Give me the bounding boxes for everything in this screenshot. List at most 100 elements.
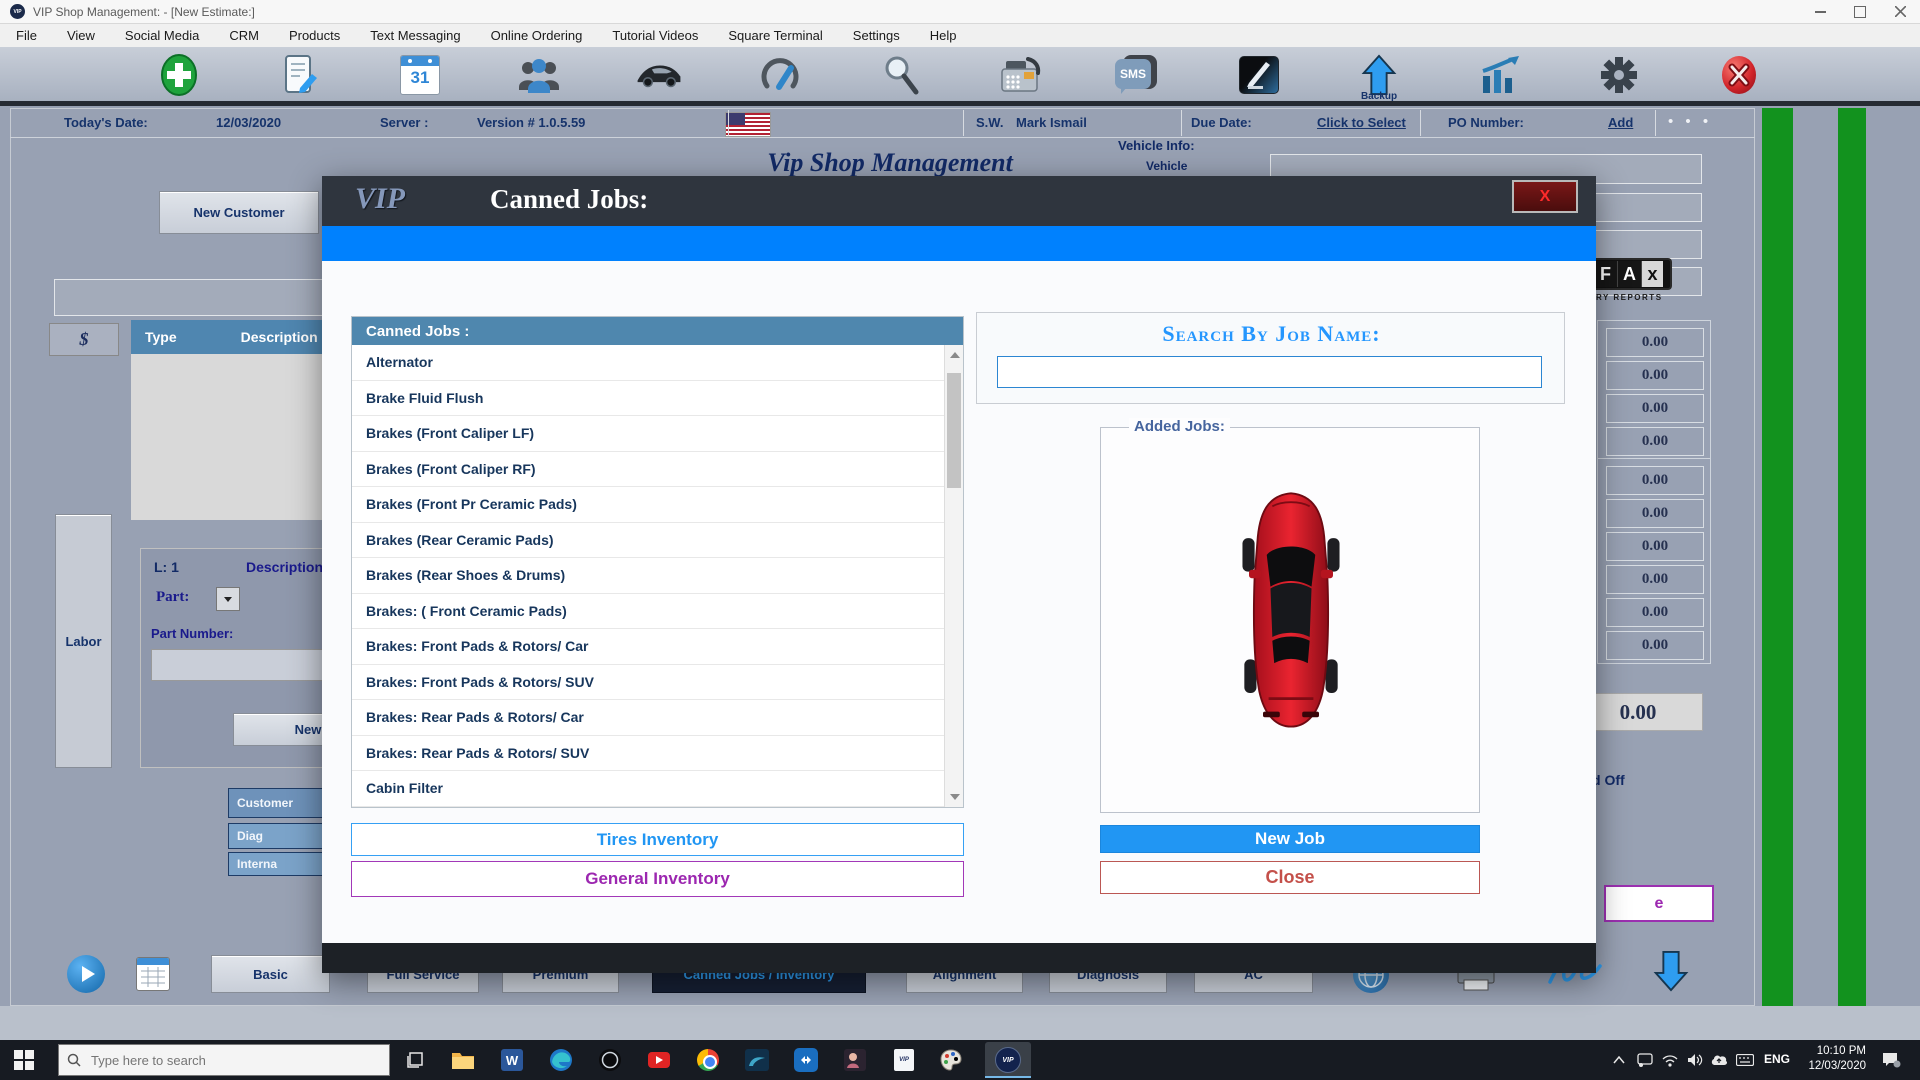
settings-icon[interactable] xyxy=(1596,52,1642,98)
download-icon[interactable] xyxy=(1653,950,1689,992)
add-icon[interactable] xyxy=(156,52,202,98)
carfax-letter-x: x xyxy=(1641,261,1663,287)
info-bar: Today's Date: 12/03/2020 Server : Versio… xyxy=(10,108,1755,138)
vip-doc-icon[interactable]: VIP xyxy=(891,1047,917,1073)
list-scrollbar[interactable] xyxy=(944,345,963,807)
canned-job-item[interactable]: Brakes (Front Caliper RF) xyxy=(352,452,944,487)
canned-job-item[interactable]: Brakes (Front Pr Ceramic Pads) xyxy=(352,487,944,523)
general-inventory-button[interactable]: General Inventory xyxy=(351,861,964,897)
maximize-button[interactable] xyxy=(1840,0,1880,24)
menu-item[interactable]: CRM xyxy=(229,28,259,43)
modal-close-button[interactable]: X xyxy=(1512,180,1578,213)
menu-item[interactable]: Square Terminal xyxy=(728,28,822,43)
taskbar-clock[interactable]: 10:10 PM 12/03/2020 xyxy=(1800,1044,1866,1074)
modal-close-action-button[interactable]: Close xyxy=(1100,861,1480,894)
schedule-calendar-icon[interactable] xyxy=(136,957,170,991)
paint-icon[interactable] xyxy=(938,1047,964,1073)
tray-cast-icon[interactable] xyxy=(1636,1052,1654,1068)
menu-item[interactable]: Tutorial Videos xyxy=(612,28,698,43)
po-add-link[interactable]: Add xyxy=(1608,115,1633,130)
new-job-button[interactable]: New Job xyxy=(1100,825,1480,853)
taskbar: W VIP VIP xyxy=(0,1040,1920,1080)
tray-chevron-icon[interactable] xyxy=(1610,1052,1628,1068)
exit-icon[interactable] xyxy=(1716,52,1762,98)
window-close-button[interactable] xyxy=(1880,0,1920,24)
carfax-caption: TORY REPORTS xyxy=(1582,293,1663,302)
canned-job-item[interactable]: Alternator xyxy=(352,345,944,381)
tires-inventory-button[interactable]: Tires Inventory xyxy=(351,823,964,856)
menu-item[interactable]: Text Messaging xyxy=(370,28,460,43)
tray-keyboard-icon[interactable] xyxy=(1736,1052,1754,1068)
menu-item[interactable]: Settings xyxy=(853,28,900,43)
edge-icon[interactable] xyxy=(548,1047,574,1073)
photos-icon[interactable] xyxy=(842,1047,868,1073)
part-dropdown-button[interactable] xyxy=(216,587,240,611)
start-button[interactable] xyxy=(12,1048,36,1072)
language-indicator[interactable]: ENG xyxy=(1764,1052,1790,1066)
play-button[interactable] xyxy=(67,955,105,993)
youtube-icon[interactable] xyxy=(646,1047,672,1073)
save-button-partial[interactable]: e xyxy=(1604,885,1714,922)
menu-item[interactable]: Online Ordering xyxy=(491,28,583,43)
total-value: 0.00 xyxy=(1606,631,1704,660)
window-title: VIP Shop Management: - [New Estimate:] xyxy=(33,4,255,19)
menu-item[interactable]: Social Media xyxy=(125,28,199,43)
gauge-icon[interactable] xyxy=(757,52,803,98)
scroll-up-icon[interactable] xyxy=(950,352,960,358)
dark-browser-icon[interactable] xyxy=(597,1047,623,1073)
tray-onedrive-icon[interactable] xyxy=(1710,1052,1728,1068)
canned-job-item[interactable]: Brakes: Rear Pads & Rotors/ SUV xyxy=(352,736,944,771)
mysql-icon[interactable] xyxy=(744,1047,770,1073)
chrome-icon[interactable] xyxy=(695,1047,721,1073)
vip-app-icon[interactable]: VIP xyxy=(995,1047,1021,1073)
sms-icon[interactable]: SMS xyxy=(1113,52,1159,98)
canned-job-item[interactable]: Brakes (Rear Ceramic Pads) xyxy=(352,523,944,558)
menu-item[interactable]: View xyxy=(67,28,95,43)
job-search-input[interactable] xyxy=(997,356,1542,388)
word-icon[interactable]: W xyxy=(499,1047,525,1073)
taskbar-search[interactable] xyxy=(58,1044,390,1076)
canned-job-item[interactable]: Brakes (Rear Shoes & Drums) xyxy=(352,558,944,594)
edit-estimate-icon[interactable] xyxy=(277,52,323,98)
menu-item[interactable]: File xyxy=(16,28,37,43)
search-icon[interactable] xyxy=(877,52,923,98)
window-titlebar: VIP VIP Shop Management: - [New Estimate… xyxy=(0,0,1920,24)
tray-speaker-icon[interactable] xyxy=(1686,1052,1704,1068)
notification-center-icon[interactable] xyxy=(1880,1050,1902,1070)
carfax-logo[interactable]: F A x TORY REPORTS xyxy=(1582,258,1682,304)
canned-job-item[interactable]: Brakes: Front Pads & Rotors/ Car xyxy=(352,629,944,665)
modal-header[interactable]: VIP Canned Jobs: X xyxy=(322,176,1596,226)
canned-job-item[interactable]: Brakes: Rear Pads & Rotors/ Car xyxy=(352,700,944,736)
due-date-select-link[interactable]: Click to Select xyxy=(1317,115,1406,130)
more-options-dots[interactable]: • • • xyxy=(1668,113,1712,130)
menu-item[interactable]: Help xyxy=(930,28,957,43)
search-icon xyxy=(67,1053,81,1067)
canned-job-item[interactable]: Brakes: ( Front Ceramic Pads) xyxy=(352,594,944,629)
scroll-down-icon[interactable] xyxy=(950,794,960,800)
calendar-icon[interactable]: 31 xyxy=(397,52,443,98)
canned-job-item[interactable]: Brakes: Front Pads & Rotors/ SUV xyxy=(352,665,944,700)
scroll-thumb[interactable] xyxy=(947,373,961,488)
teamviewer-icon[interactable] xyxy=(793,1047,819,1073)
bottom-button-basic[interactable]: Basic xyxy=(211,955,330,993)
new-customer-button[interactable]: New Customer xyxy=(159,191,319,234)
file-explorer-icon[interactable] xyxy=(450,1047,476,1073)
reports-icon[interactable] xyxy=(1476,52,1522,98)
task-view-icon[interactable] xyxy=(402,1047,428,1073)
minimize-button[interactable] xyxy=(1800,0,1840,24)
canned-job-item[interactable]: Brakes (Front Caliper LF) xyxy=(352,416,944,452)
part-number-input[interactable] xyxy=(151,649,325,681)
totals-group-b: 0.00 0.00 0.00 0.00 0.00 0.00 xyxy=(1606,466,1704,660)
signature-icon[interactable] xyxy=(1236,52,1282,98)
customers-icon[interactable] xyxy=(516,52,562,98)
dollar-button[interactable]: $ xyxy=(49,323,119,356)
menu-item[interactable]: Products xyxy=(289,28,340,43)
vehicle-icon[interactable] xyxy=(636,52,682,98)
fax-icon[interactable] xyxy=(997,52,1043,98)
canned-job-item[interactable]: Brake Fluid Flush xyxy=(352,381,944,416)
labor-button[interactable]: Labor xyxy=(55,514,112,768)
taskbar-search-input[interactable] xyxy=(89,1051,363,1069)
line-number-label: L: 1 xyxy=(154,559,179,575)
canned-job-item[interactable]: Cabin Filter xyxy=(352,771,944,807)
tray-wifi-icon[interactable] xyxy=(1661,1052,1679,1068)
